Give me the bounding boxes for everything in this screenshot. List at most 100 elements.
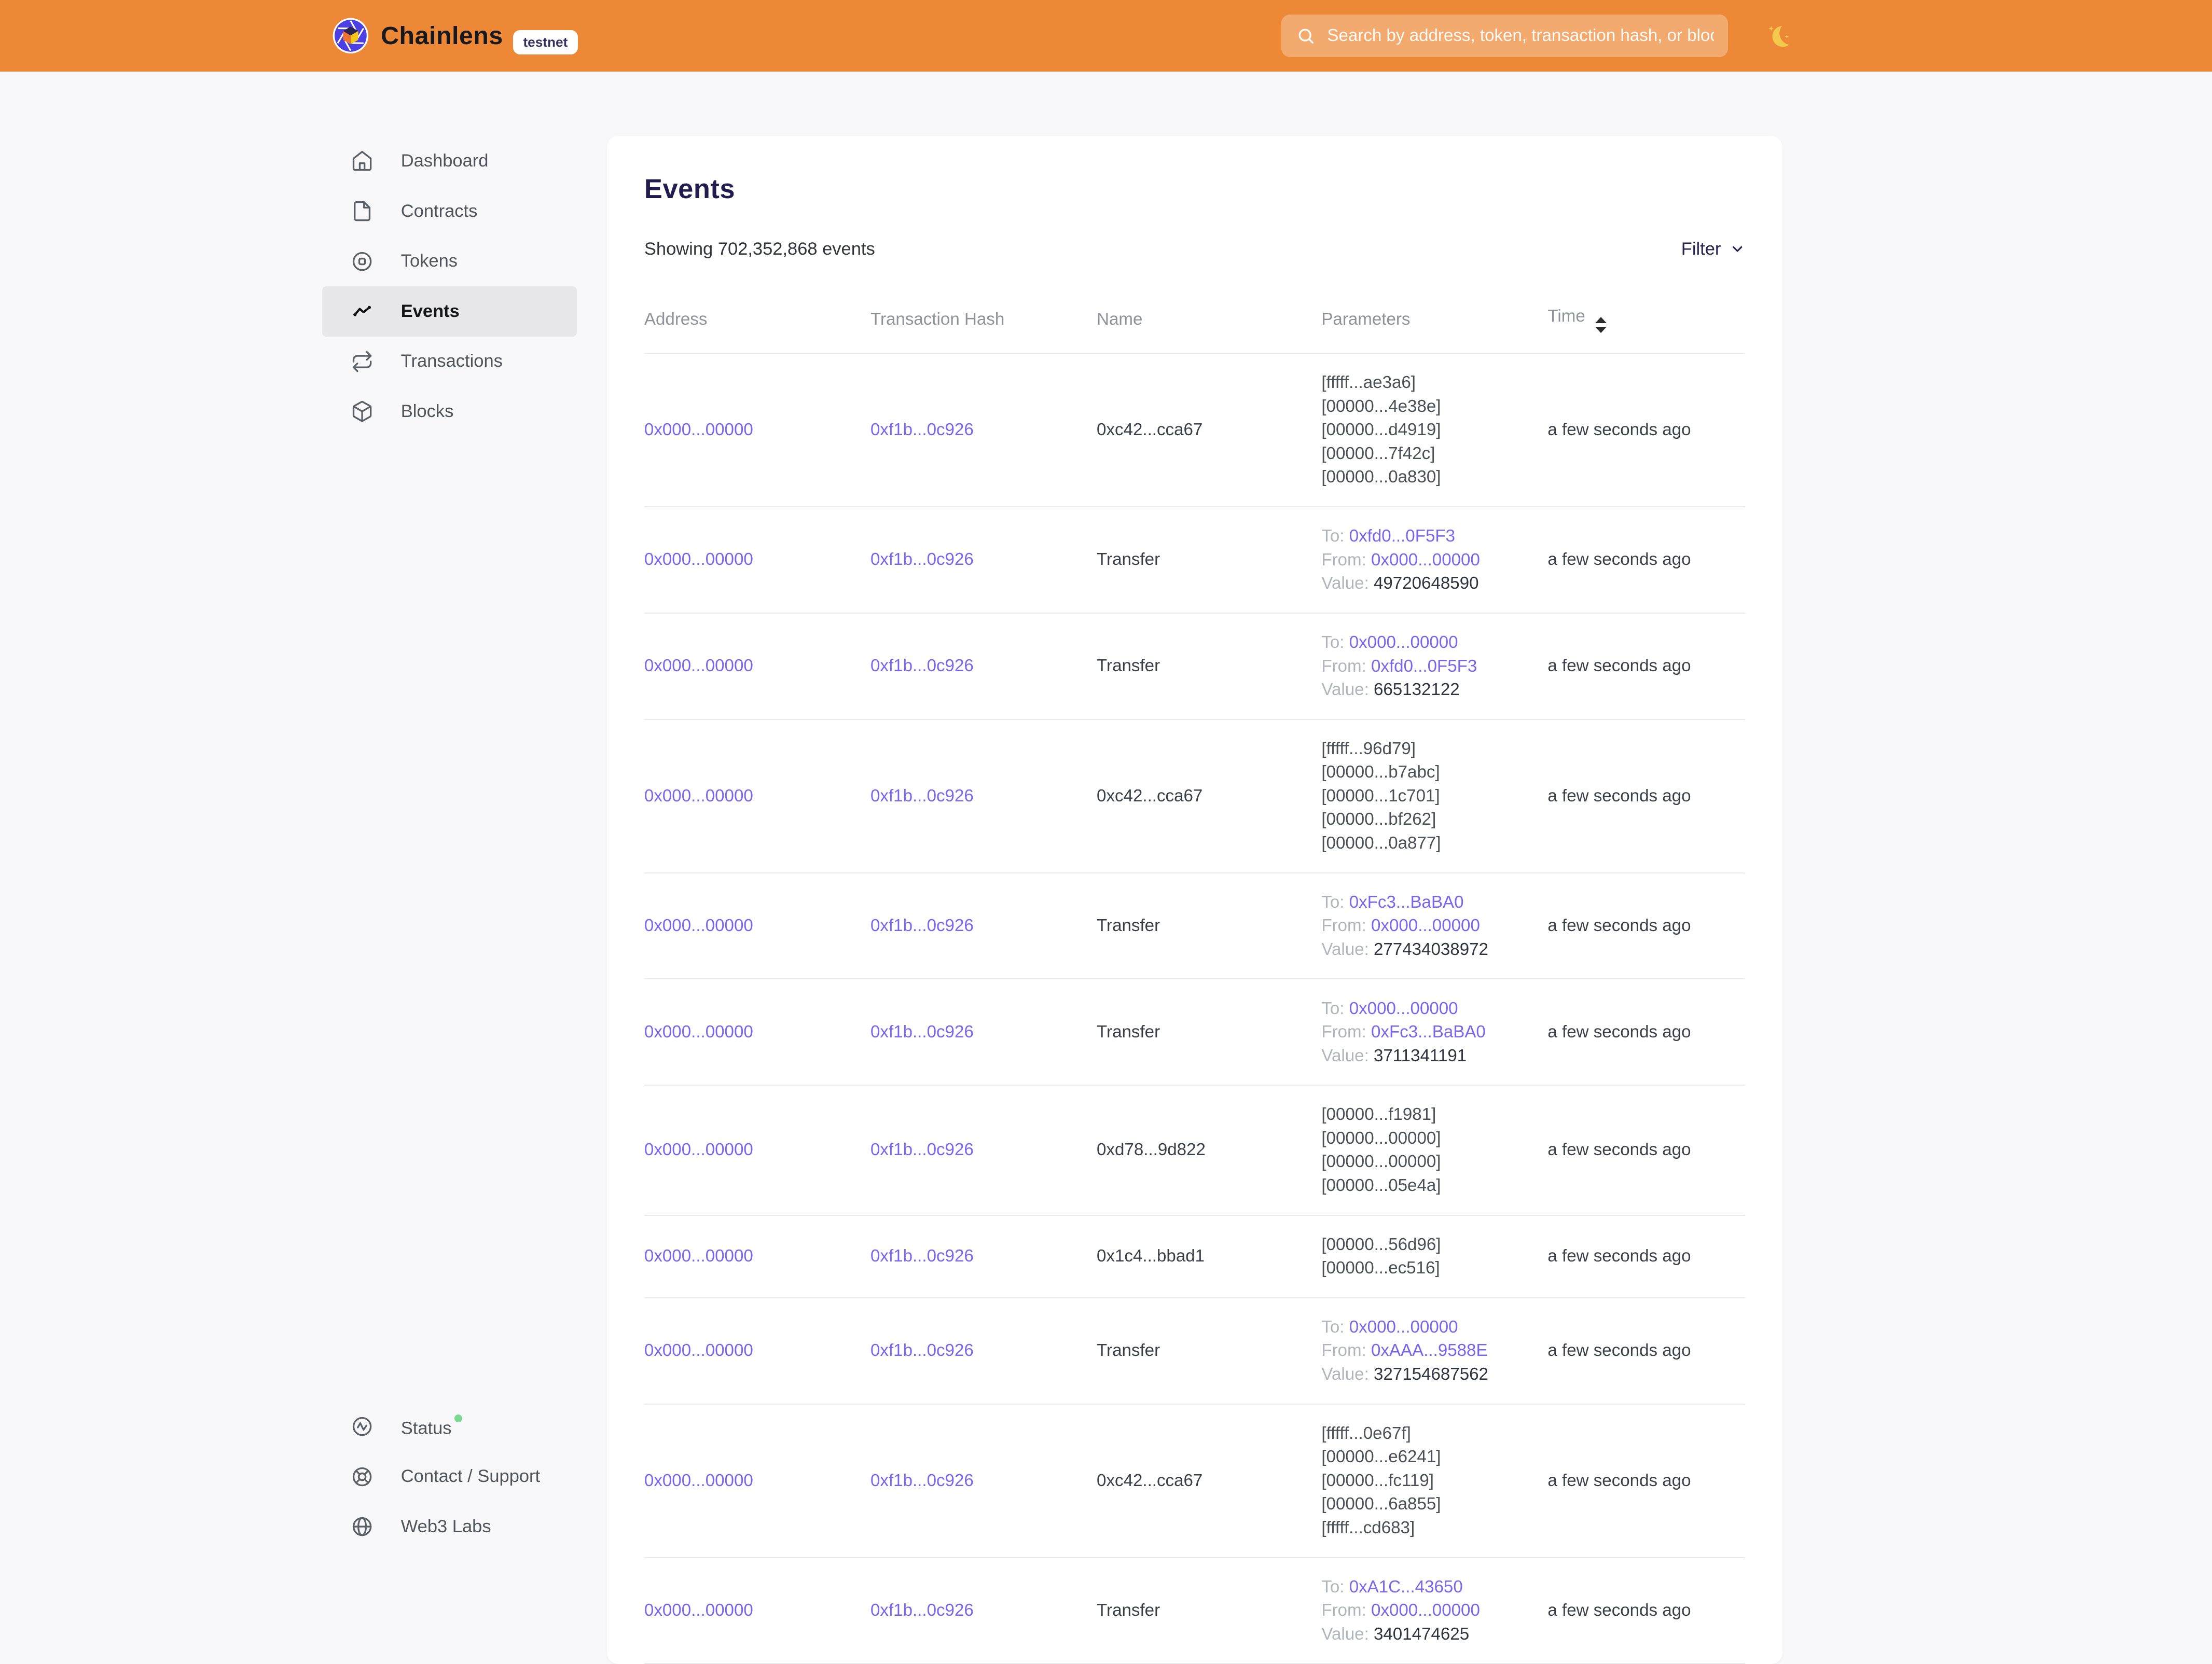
param-from-link[interactable]: 0xfd0...0F5F3	[1371, 657, 1477, 676]
sidebar-item-transactions[interactable]: Transactions	[322, 337, 577, 387]
column-header-time[interactable]: Time	[1547, 289, 1745, 353]
sidebar-item-contact-support[interactable]: Contact / Support	[322, 1452, 577, 1502]
tx-hash-link[interactable]: 0xf1b...0c926	[870, 786, 974, 806]
address-cell: 0x000...00000	[644, 719, 870, 873]
address-link[interactable]: 0x000...00000	[644, 1471, 753, 1490]
address-link[interactable]: 0x000...00000	[644, 656, 753, 675]
sidebar-item-status[interactable]: Status	[322, 1402, 577, 1452]
tx-hash-cell: 0xf1b...0c926	[870, 613, 1097, 719]
brand-name: Chainlens	[381, 21, 503, 50]
search-input[interactable]	[1327, 26, 1713, 46]
param-to-link[interactable]: 0xFc3...BaBA0	[1349, 893, 1464, 912]
time-cell: a few seconds ago	[1547, 353, 1745, 507]
address-link[interactable]: 0x000...00000	[644, 420, 753, 439]
param-to: To: 0x000...00000	[1321, 997, 1547, 1021]
param-label: Value:	[1321, 1365, 1368, 1384]
sidebar-item-label: Tokens	[401, 251, 458, 271]
column-header-address: Address	[644, 289, 870, 353]
sidebar-item-tokens[interactable]: Tokens	[322, 236, 577, 286]
table-row: 0x000...000000xf1b...0c926TransferTo: 0x…	[644, 1558, 1745, 1664]
time-cell: a few seconds ago	[1547, 613, 1745, 719]
table-row: 0x000...000000xf1b...0c9260xd78...9d822[…	[644, 1085, 1745, 1215]
search-icon	[1296, 26, 1316, 46]
parameters-cell: [fffff...0e67f][00000...e6241][00000...f…	[1321, 1404, 1547, 1558]
filter-button[interactable]: Filter	[1681, 239, 1746, 259]
tx-hash-link[interactable]: 0xf1b...0c926	[870, 550, 974, 569]
param-label: From:	[1321, 550, 1366, 570]
param-to-link[interactable]: 0x000...00000	[1349, 999, 1458, 1018]
theme-toggle-button[interactable]	[1765, 23, 1791, 49]
table-row: 0x000...000000xf1b...0c926TransferTo: 0x…	[644, 613, 1745, 719]
time-cell: a few seconds ago	[1547, 1085, 1745, 1215]
address-link[interactable]: 0x000...00000	[644, 916, 753, 935]
tx-hash-link[interactable]: 0xf1b...0c926	[870, 916, 974, 935]
param-value-row: Value: 3711341191	[1321, 1044, 1547, 1068]
param-label: From:	[1321, 657, 1366, 676]
tx-hash-link[interactable]: 0xf1b...0c926	[870, 1022, 974, 1042]
address-link[interactable]: 0x000...00000	[644, 1140, 753, 1159]
tx-hash-link[interactable]: 0xf1b...0c926	[870, 420, 974, 439]
event-name-cell: Transfer	[1097, 1558, 1321, 1664]
sort-icon[interactable]	[1595, 317, 1607, 333]
address-link[interactable]: 0x000...00000	[644, 1246, 753, 1266]
param-label: Value:	[1321, 940, 1368, 959]
time-cell: a few seconds ago	[1547, 1215, 1745, 1298]
address-link[interactable]: 0x000...00000	[644, 1022, 753, 1042]
sidebar-item-events[interactable]: Events	[322, 286, 577, 337]
topic-line: [00000...00000]	[1321, 1127, 1547, 1150]
time-cell: a few seconds ago	[1547, 979, 1745, 1085]
token-icon	[351, 250, 374, 273]
sidebar-item-web3-labs[interactable]: Web3 Labs	[322, 1502, 577, 1552]
time-cell: a few seconds ago	[1547, 1404, 1745, 1558]
param-label: Value:	[1321, 680, 1368, 699]
param-to-link[interactable]: 0xA1C...43650	[1349, 1577, 1463, 1597]
tx-hash-link[interactable]: 0xf1b...0c926	[870, 1601, 974, 1620]
address-link[interactable]: 0x000...00000	[644, 1341, 753, 1360]
time-cell: a few seconds ago	[1547, 1558, 1745, 1664]
param-from: From: 0xFc3...BaBA0	[1321, 1020, 1547, 1044]
tx-hash-link[interactable]: 0xf1b...0c926	[870, 1341, 974, 1360]
param-value: 3711341191	[1374, 1046, 1467, 1065]
address-cell: 0x000...00000	[644, 1404, 870, 1558]
tx-hash-link[interactable]: 0xf1b...0c926	[870, 1140, 974, 1159]
param-from-link[interactable]: 0xFc3...BaBA0	[1371, 1022, 1486, 1042]
tx-hash-link[interactable]: 0xf1b...0c926	[870, 656, 974, 675]
tx-hash-link[interactable]: 0xf1b...0c926	[870, 1246, 974, 1266]
param-value: 665132122	[1374, 680, 1460, 699]
param-from-link[interactable]: 0x000...00000	[1371, 916, 1480, 935]
param-from-link[interactable]: 0x000...00000	[1371, 1601, 1480, 1620]
param-value: 49720648590	[1374, 574, 1479, 593]
parameters-cell: To: 0x000...00000 From: 0xfd0...0F5F3Valu…	[1321, 613, 1547, 719]
brand[interactable]: Chainlens testnet	[332, 17, 577, 54]
param-value: 327154687562	[1374, 1365, 1488, 1384]
param-to-link[interactable]: 0x000...00000	[1349, 633, 1458, 652]
parameters-cell: To: 0xfd0...0F5F3From: 0x000...00000Valu…	[1321, 507, 1547, 613]
sidebar-item-blocks[interactable]: Blocks	[322, 386, 577, 437]
sidebar-item-label: Dashboard	[401, 151, 489, 171]
param-to-link[interactable]: 0xfd0...0F5F3	[1349, 526, 1455, 546]
param-to: To: 0x000...00000	[1321, 631, 1547, 655]
tx-hash-cell: 0xf1b...0c926	[870, 507, 1097, 613]
sidebar-item-label: Contracts	[401, 201, 478, 221]
sidebar-nav: Dashboard Contracts Tokens	[322, 136, 577, 437]
tx-hash-link[interactable]: 0xf1b...0c926	[870, 1471, 974, 1490]
address-link[interactable]: 0x000...00000	[644, 550, 753, 569]
tx-hash-cell: 0xf1b...0c926	[870, 979, 1097, 1085]
address-link[interactable]: 0x000...00000	[644, 1601, 753, 1620]
param-from-link[interactable]: 0x000...00000	[1371, 550, 1480, 570]
table-row: 0x000...000000xf1b...0c9260xc42...cca67[…	[644, 1404, 1745, 1558]
address-cell: 0x000...00000	[644, 1085, 870, 1215]
address-link[interactable]: 0x000...00000	[644, 786, 753, 806]
param-to-link[interactable]: 0x000...00000	[1349, 1318, 1458, 1337]
table-row: 0x000...000000xf1b...0c926TransferTo: 0x…	[644, 507, 1745, 613]
sidebar-item-contracts[interactable]: Contracts	[322, 186, 577, 237]
events-table: Address Transaction Hash Name Parameters…	[644, 289, 1745, 1664]
table-row: 0x000...000000xf1b...0c9260xc42...cca67[…	[644, 719, 1745, 873]
param-label: To:	[1321, 633, 1344, 652]
search-bar[interactable]	[1281, 15, 1728, 58]
param-to: To: 0x000...00000	[1321, 1315, 1547, 1339]
time-cell: a few seconds ago	[1547, 507, 1745, 613]
param-from-link[interactable]: 0xAAA...9588E	[1371, 1341, 1488, 1360]
param-label: To:	[1321, 893, 1344, 912]
sidebar-item-dashboard[interactable]: Dashboard	[322, 136, 577, 186]
